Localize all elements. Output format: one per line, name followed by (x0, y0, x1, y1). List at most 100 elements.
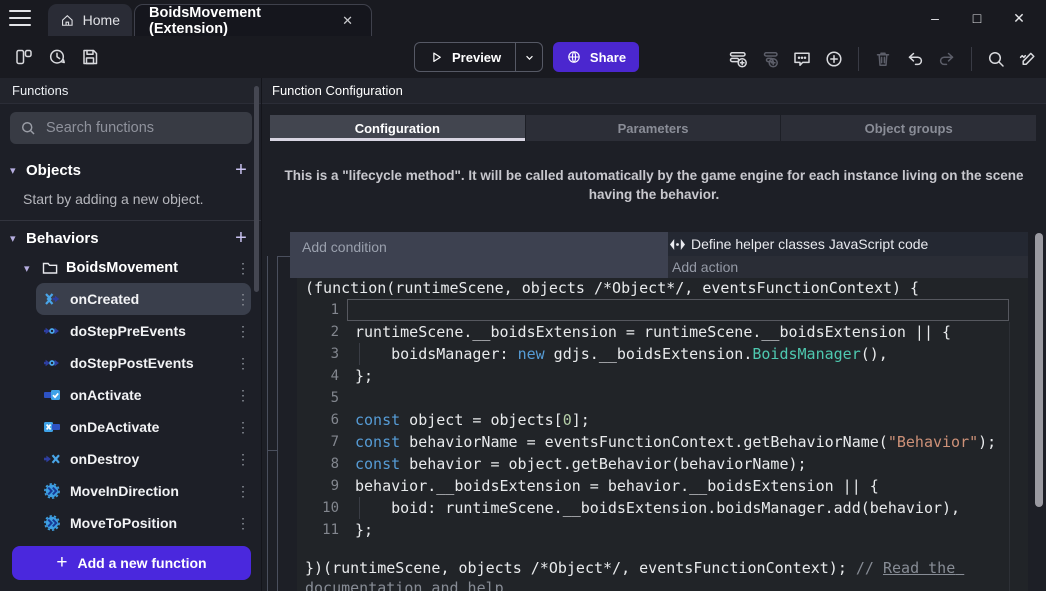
sidebar-divider (0, 220, 261, 221)
function-item-onActivate[interactable]: onActivate⋮ (36, 379, 251, 411)
function-item-label: doStepPreEvents (70, 323, 235, 339)
history-icon[interactable] (47, 47, 67, 67)
line-number: 2 (297, 321, 339, 343)
step-icon (44, 323, 60, 339)
function-item-MoveToPosition[interactable]: MoveToPosition⋮ (36, 507, 251, 539)
folder-icon (42, 260, 58, 276)
item-menu-button[interactable]: ⋮ (235, 419, 251, 436)
toolbar-left-icons (14, 47, 100, 67)
add-subevent-icon[interactable] (760, 49, 780, 69)
line-number: 8 (297, 453, 339, 475)
item-menu-button[interactable]: ⋮ (235, 291, 251, 308)
item-menu-button[interactable]: ⋮ (235, 323, 251, 340)
function-item-label: onActivate (70, 387, 235, 403)
undo-icon[interactable] (905, 49, 925, 69)
code-line-5: 5 (297, 387, 1028, 409)
function-item-MoveInDirection[interactable]: MoveInDirection⋮ (36, 475, 251, 507)
add-object-button[interactable]: + (231, 160, 251, 180)
search-icon[interactable] (986, 49, 1006, 69)
preview-dropdown-button[interactable] (515, 43, 542, 71)
event-sheet: Add condition Define helper classes Java… (262, 232, 1046, 591)
maximize-button[interactable]: □ (956, 10, 998, 26)
panel-title: Function Configuration (272, 83, 403, 98)
config-tabs: ConfigurationParametersObject groups (270, 115, 1036, 141)
add-event-icon[interactable] (728, 49, 748, 69)
save-icon[interactable] (80, 47, 100, 67)
main-scrollbar[interactable] (1035, 233, 1043, 507)
function-item-doStepPreEvents[interactable]: doStepPreEvents⋮ (36, 315, 251, 347)
editor-ruler (1009, 322, 1010, 591)
objects-section-row[interactable]: ▾ Objects + (10, 156, 251, 184)
chevron-down-icon[interactable]: ▾ (10, 164, 26, 177)
item-menu-button[interactable]: ⋮ (235, 483, 251, 500)
preview-button[interactable]: Preview (415, 50, 515, 65)
edit-icon[interactable] (1018, 49, 1038, 69)
line-number: 3 (297, 343, 339, 365)
window-controls: – □ ✕ (914, 0, 1040, 36)
gear-icon (44, 515, 60, 531)
behavior-folder-row[interactable]: ▾ BoidsMovement ⋮ (24, 254, 251, 282)
functions-sidebar: Functions ▾ Objects + Start by adding a … (0, 78, 262, 591)
minimize-button[interactable]: – (914, 10, 956, 26)
item-menu-button[interactable]: ⋮ (235, 451, 251, 468)
preview-button-group: Preview (414, 42, 543, 72)
footer-comment: // (856, 559, 883, 577)
objects-empty-hint: Start by adding a new object. (23, 191, 204, 207)
chevron-down-icon (523, 51, 536, 64)
code-line-2: 2runtimeScene.__boidsExtension = runtime… (297, 321, 1028, 343)
close-button[interactable]: ✕ (998, 10, 1040, 27)
add-condition-button[interactable]: Add condition (290, 232, 668, 278)
chevron-down-icon[interactable]: ▾ (24, 262, 40, 275)
add-circle-icon[interactable] (824, 49, 844, 69)
behavior-folder-label: BoidsMovement (66, 260, 235, 276)
function-item-doStepPostEvents[interactable]: doStepPostEvents⋮ (36, 347, 251, 379)
hamburger-menu-icon[interactable] (9, 10, 31, 26)
tab-close-icon[interactable]: ✕ (338, 11, 357, 31)
tab-parameters[interactable]: Parameters (526, 115, 782, 141)
function-item-onDeActivate[interactable]: onDeActivate⋮ (36, 411, 251, 443)
event-bracket (277, 256, 278, 591)
add-condition-label: Add condition (302, 239, 387, 255)
tab-home[interactable]: Home (48, 4, 132, 36)
activate-icon (44, 387, 60, 403)
function-item-label: MoveInDirection (70, 483, 235, 499)
code-line-10: 10 boid: runtimeScene.__boidsExtension.b… (297, 497, 1028, 519)
folder-menu-button[interactable]: ⋮ (235, 260, 251, 277)
search-functions-box[interactable] (10, 112, 252, 144)
js-event-title[interactable]: Define helper classes JavaScript code (668, 232, 1028, 256)
search-functions-input[interactable] (46, 120, 242, 136)
js-code-editor[interactable]: (function(runtimeScene, objects /*Object… (297, 278, 1028, 591)
add-behavior-button[interactable]: + (231, 228, 251, 248)
behaviors-section-row[interactable]: ▾ Behaviors + (10, 224, 251, 252)
sidebar-title: Functions (12, 83, 68, 98)
add-comment-icon[interactable] (792, 49, 812, 69)
function-item-onCreated[interactable]: onCreated⋮ (36, 283, 251, 315)
sidebar-scrollbar[interactable] (254, 86, 259, 292)
add-function-button[interactable]: + Add a new function (12, 546, 251, 580)
redo-icon[interactable] (937, 49, 957, 69)
tab-configuration[interactable]: Configuration (270, 115, 526, 141)
js-event-title-label: Define helper classes JavaScript code (691, 236, 928, 252)
item-menu-button[interactable]: ⋮ (235, 515, 251, 532)
chevron-down-icon[interactable]: ▾ (10, 232, 26, 245)
code-line-8: 8const behavior = object.getBehavior(beh… (297, 453, 1028, 475)
tab-boidsmovement[interactable]: BoidsMovement (Extension) ✕ (134, 4, 372, 37)
add-action-button[interactable]: Add action (668, 256, 1028, 278)
main-panel-header: Function Configuration (262, 78, 1046, 104)
project-manager-icon[interactable] (14, 47, 34, 67)
share-label: Share (590, 50, 626, 65)
share-button[interactable]: Share (553, 42, 639, 72)
delete-icon[interactable] (873, 49, 893, 69)
function-item-onDestroy[interactable]: onDestroy⋮ (36, 443, 251, 475)
step-icon (44, 355, 60, 371)
toolbar-right-icons (728, 47, 1038, 71)
function-item-label: onCreated (70, 291, 235, 307)
item-menu-button[interactable]: ⋮ (235, 355, 251, 372)
add-action-label: Add action (672, 259, 738, 275)
tab-active-label: BoidsMovement (Extension) (149, 5, 338, 37)
code-line-4: 4}; (297, 365, 1028, 387)
action-column: Define helper classes JavaScript code Ad… (668, 232, 1028, 278)
tab-object-groups[interactable]: Object groups (781, 115, 1036, 141)
code-line-7: 7const behaviorName = eventsFunctionCont… (297, 431, 1028, 453)
item-menu-button[interactable]: ⋮ (235, 387, 251, 404)
